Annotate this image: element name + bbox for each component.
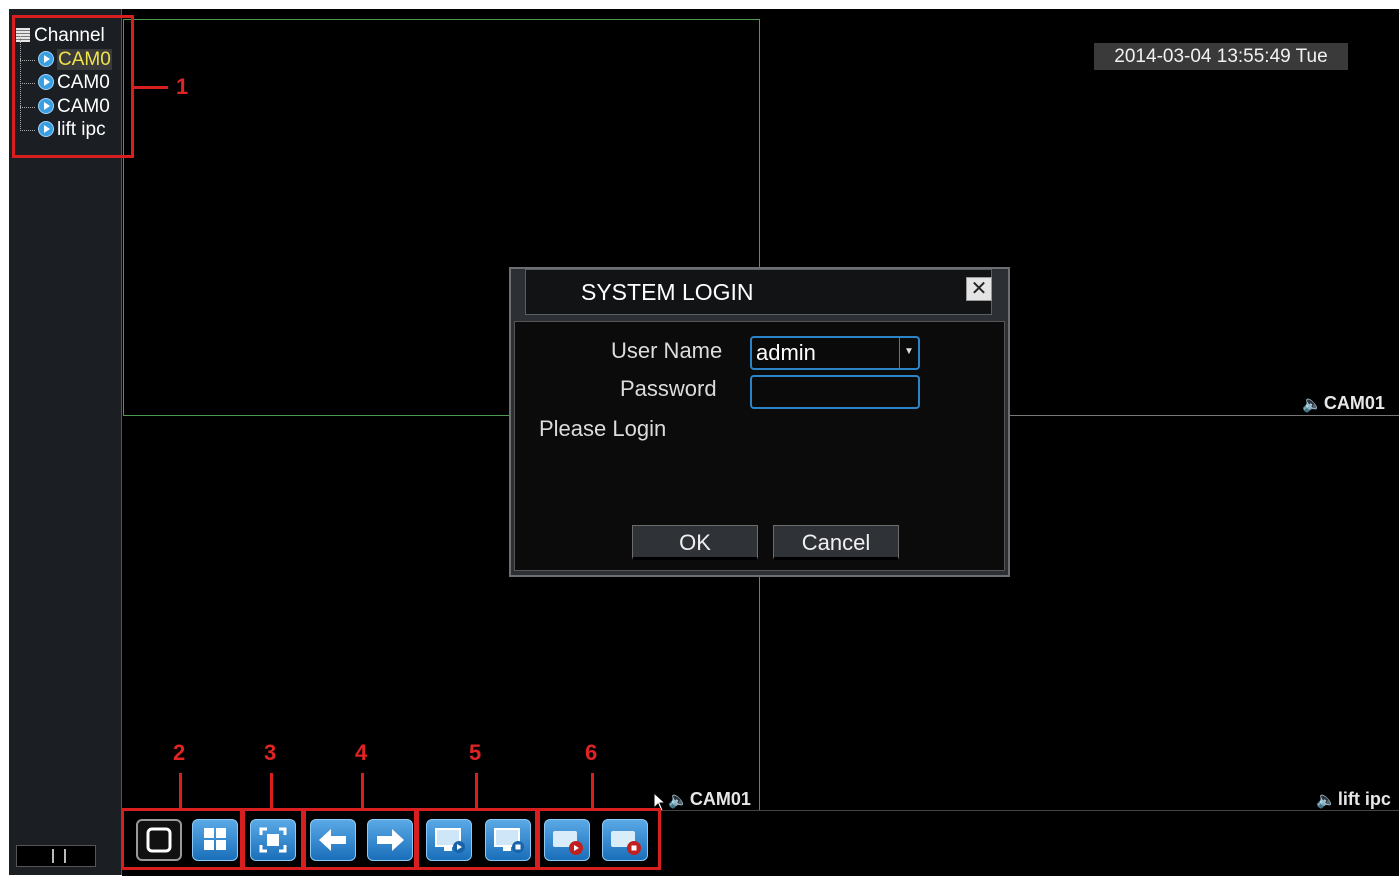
camera-name: lift ipc [1337,789,1391,809]
camera-label-bottom-right: 🔈 lift ipc [1316,789,1391,810]
annotation-label-1: 1 [176,74,189,99]
annotation-label-6: 6 [585,740,598,765]
username-label: User Name [611,338,723,363]
camera-label-bottom-left: 🔈 CAM01 [668,789,751,810]
cancel-button[interactable]: Cancel [773,525,899,560]
password-field[interactable] [750,375,920,409]
annotation-leader-6 [591,773,594,809]
speaker-muted-icon: 🔈 [1316,792,1336,809]
dialog-body: User Name admin ▼ Password Please Login … [514,321,1005,571]
annotation-box-3 [242,808,304,870]
annotation-label-2: 2 [173,740,186,765]
username-value: admin [756,340,816,365]
scroll-thumb[interactable] [52,849,66,863]
close-icon[interactable]: ✕ [966,277,992,301]
annotation-label-4: 4 [355,740,368,765]
annotation-label-3: 3 [264,740,277,765]
camera-label-top-right: 🔈 CAM01 [1302,393,1385,414]
speaker-muted-icon: 🔈 [1302,396,1322,413]
login-status: Please Login [539,416,667,441]
annotation-box-5 [416,808,538,870]
annotation-box-6 [537,808,661,870]
annotation-box-2 [121,808,243,870]
chevron-down-icon[interactable]: ▼ [899,338,918,368]
sidebar-scrollbar[interactable] [16,845,96,867]
password-label: Password [620,376,717,401]
annotation-label-5: 5 [469,740,482,765]
annotation-leader-2 [179,773,182,809]
annotation-box-1 [12,15,134,158]
annotation-box-4 [303,808,417,870]
username-dropdown[interactable]: admin ▼ [750,336,920,370]
speaker-muted-icon: 🔈 [668,792,688,809]
annotation-leader-1 [134,86,168,89]
grid-selected-top [123,19,760,20]
annotation-leader-3 [270,773,273,809]
camera-name: CAM01 [1323,393,1385,413]
dialog-titlebar[interactable]: SYSTEM LOGIN ✕ [525,269,992,315]
dialog-title: SYSTEM LOGIN [581,279,754,305]
ok-button[interactable]: OK [632,525,758,560]
annotation-leader-5 [475,773,478,809]
system-login-dialog: SYSTEM LOGIN ✕ User Name admin ▼ Passwor… [509,267,1010,577]
camera-name: CAM01 [689,789,751,809]
datetime-overlay: 2014-03-04 13:55:49 Tue [1094,43,1348,70]
annotation-leader-4 [361,773,364,809]
